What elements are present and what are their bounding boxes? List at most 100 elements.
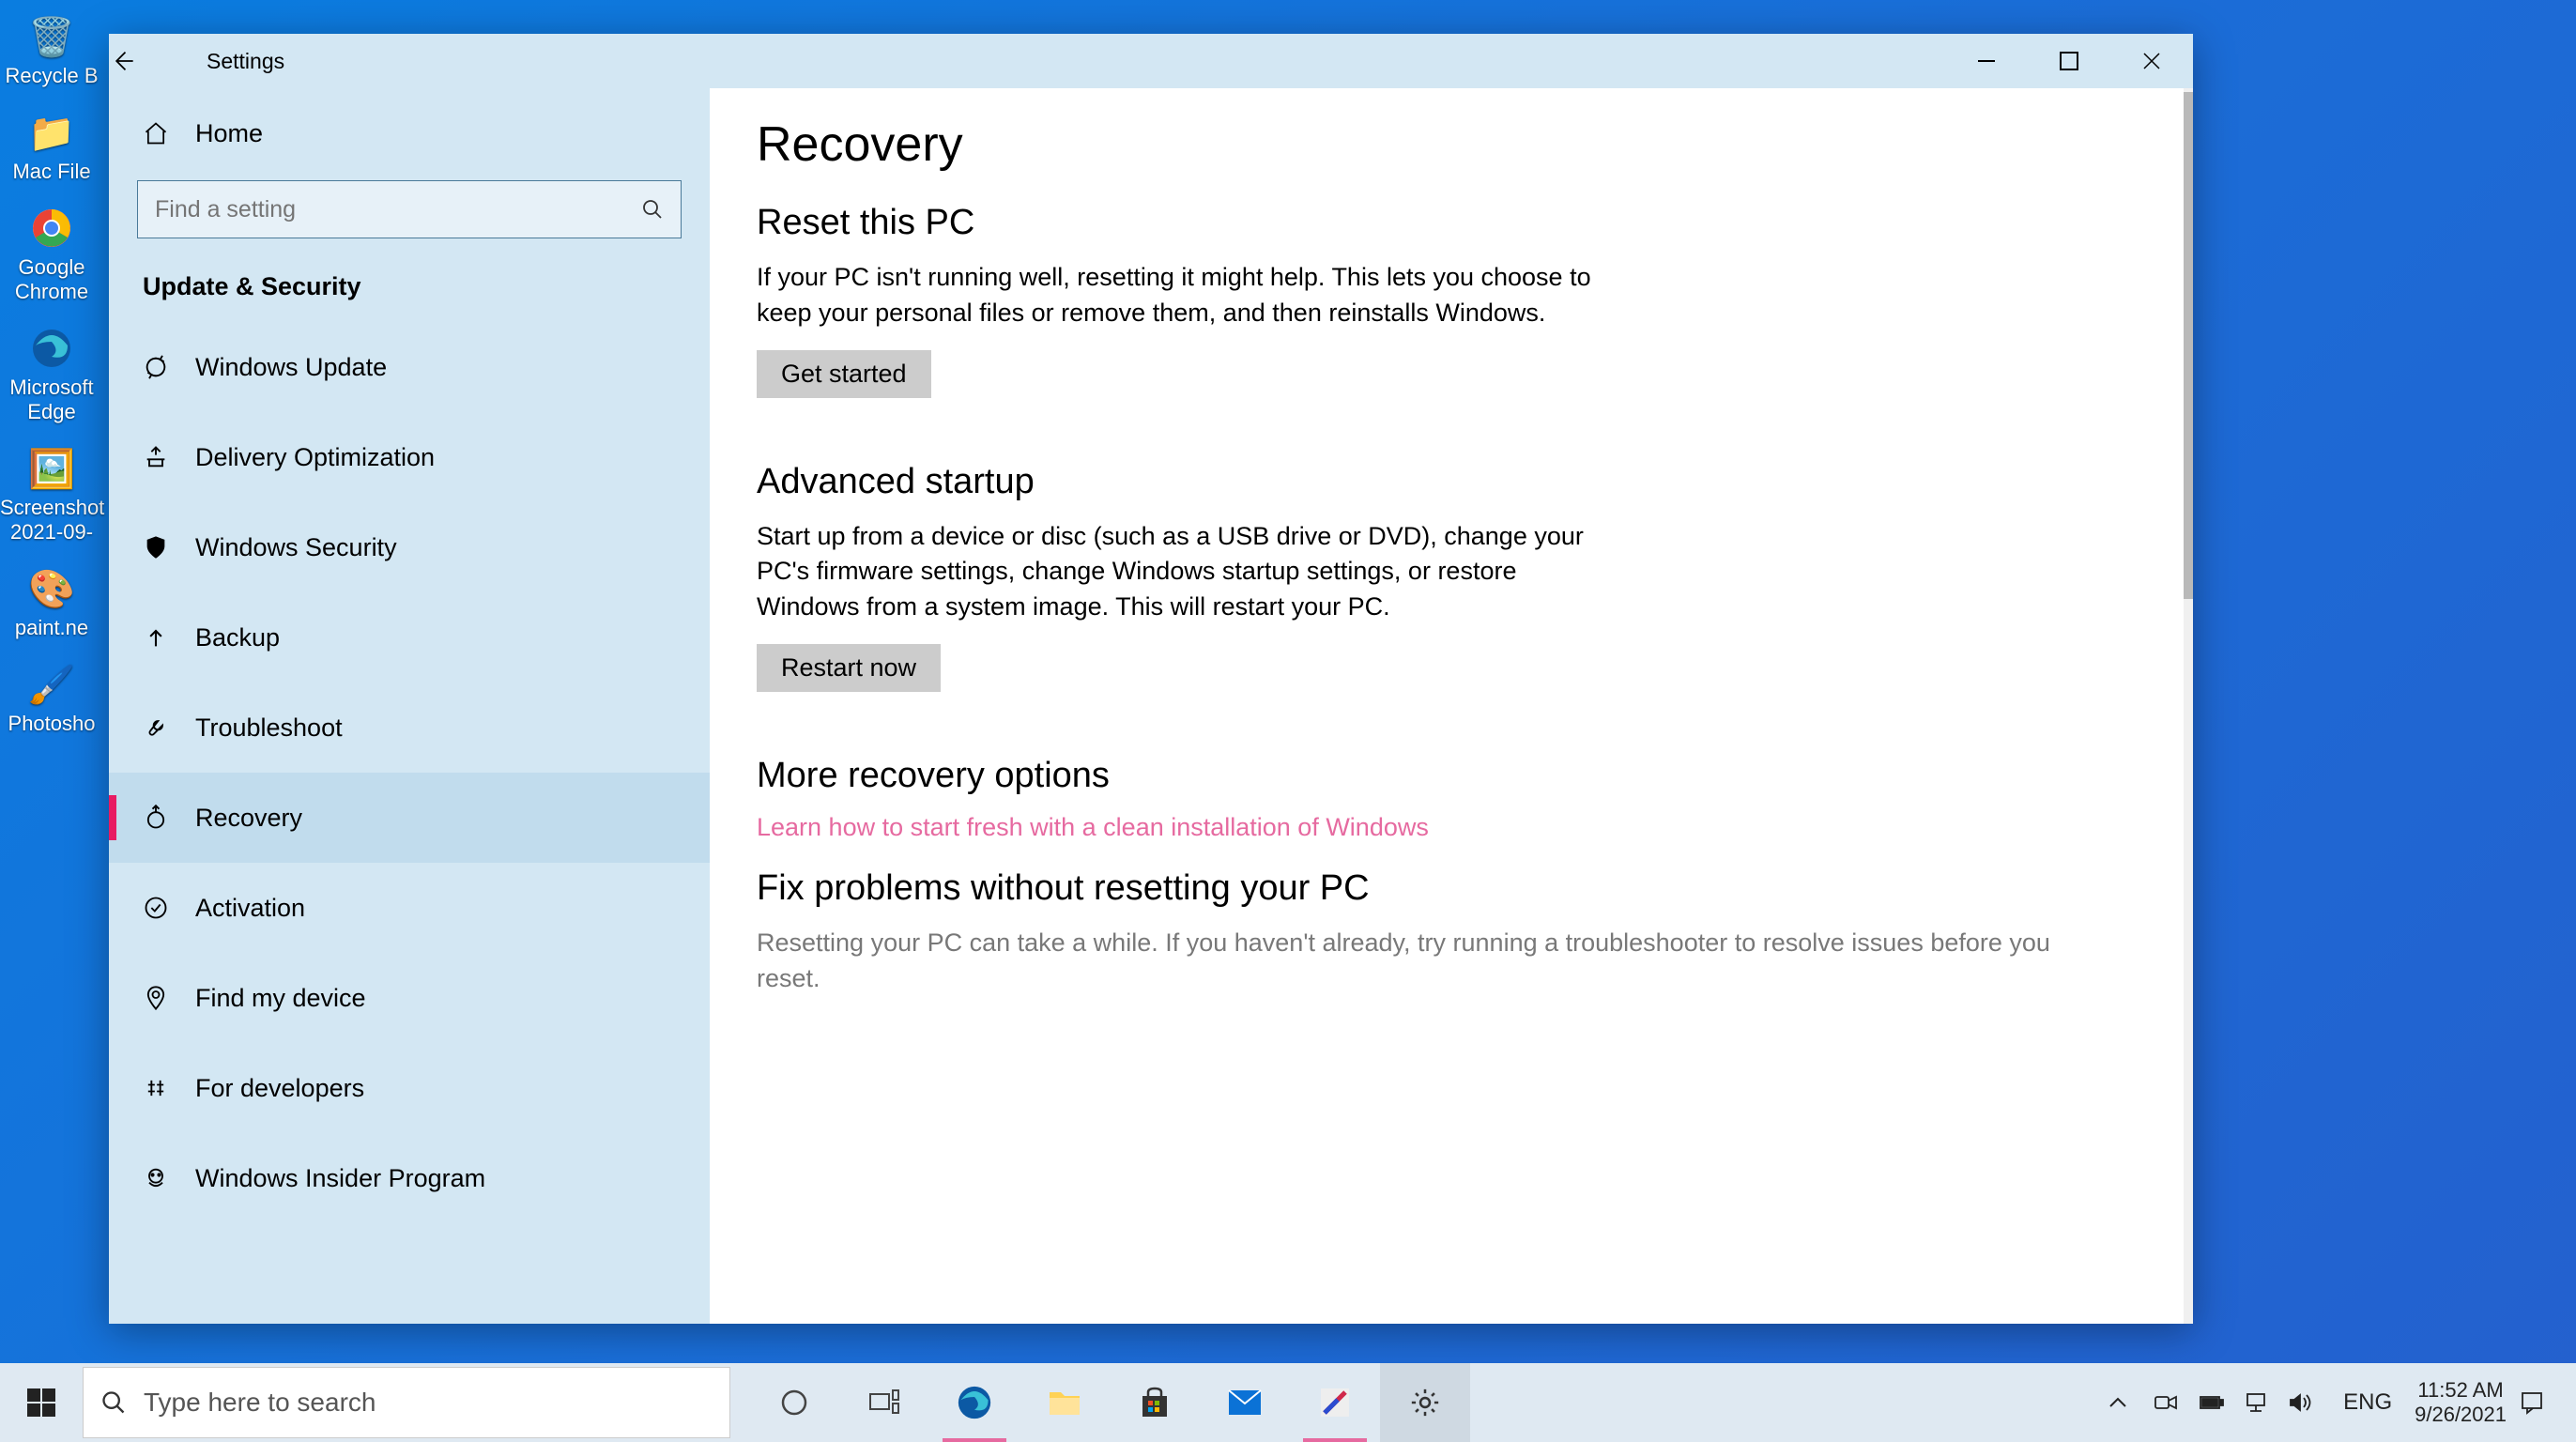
tray-battery-icon[interactable] (2199, 1395, 2244, 1410)
delivery-icon (143, 444, 195, 470)
close-button[interactable] (2110, 34, 2193, 88)
check-circle-icon (143, 895, 195, 921)
taskbar-search[interactable]: Type here to search (83, 1367, 730, 1438)
sidebar-item-backup[interactable]: Backup (109, 592, 710, 683)
taskbar-mail-icon[interactable] (1200, 1363, 1290, 1442)
sidebar-item-windows-update[interactable]: Windows Update (109, 322, 710, 412)
wrench-icon (143, 714, 195, 741)
settings-window: Settings Home Update & Security (109, 34, 2193, 1324)
desktop-icon-paintnet[interactable]: 🎨 paint.ne (0, 560, 103, 655)
window-title: Settings (175, 49, 284, 74)
sidebar-item-for-developers[interactable]: For developers (109, 1043, 710, 1133)
tray-date: 9/26/2021 (2415, 1403, 2507, 1427)
sidebar-item-find-my-device[interactable]: Find my device (109, 953, 710, 1043)
sidebar-item-label: Recovery (195, 804, 302, 833)
folder-icon: 📁 (23, 109, 80, 156)
sidebar-item-label: Activation (195, 894, 305, 923)
tray-clock[interactable]: 11:52 AM 9/26/2021 (2401, 1378, 2520, 1428)
desktop-icon-edge[interactable]: Microsoft Edge (0, 319, 103, 439)
maximize-button[interactable] (2028, 34, 2110, 88)
scrollbar[interactable] (2184, 88, 2193, 1324)
start-button[interactable] (0, 1363, 83, 1442)
sidebar-item-label: Backup (195, 623, 280, 652)
restart-now-button[interactable]: Restart now (757, 644, 941, 692)
backup-icon (143, 624, 195, 651)
tray-meet-now-icon[interactable] (2154, 1393, 2199, 1412)
desktop-icon-mac-files[interactable]: 📁 Mac File (0, 103, 103, 199)
sidebar-item-activation[interactable]: Activation (109, 863, 710, 953)
sidebar-item-label: Delivery Optimization (195, 443, 435, 472)
reset-text: If your PC isn't running well, resetting… (757, 260, 1602, 331)
task-view-icon[interactable] (839, 1363, 929, 1442)
desktop-icon-label: Screenshot 2021-09- (0, 496, 103, 545)
photoshop-icon: 🖌️ (23, 661, 80, 708)
sidebar-item-windows-insider[interactable]: Windows Insider Program (109, 1133, 710, 1223)
back-button[interactable] (109, 48, 175, 74)
desktop-icon-label: Microsoft Edge (0, 376, 103, 424)
recovery-icon (143, 805, 195, 831)
sidebar-item-label: For developers (195, 1074, 364, 1103)
fix-text: Resetting your PC can take a while. If y… (757, 926, 2108, 997)
content-area: Recovery Reset this PC If your PC isn't … (710, 88, 2193, 1324)
search-icon (641, 198, 664, 221)
tray-time: 11:52 AM (2415, 1378, 2507, 1403)
sidebar-home[interactable]: Home (109, 96, 710, 171)
sidebar-search[interactable] (137, 180, 682, 238)
sidebar-category: Update & Security (109, 255, 710, 322)
edge-icon (23, 325, 80, 372)
sidebar-item-windows-security[interactable]: Windows Security (109, 502, 710, 592)
paintnet-icon: 🎨 (23, 565, 80, 612)
desktop-icon-label: Mac File (0, 160, 103, 184)
tray-volume-icon[interactable] (2289, 1392, 2334, 1413)
sidebar: Home Update & Security Windows Update De… (109, 88, 710, 1324)
sidebar-item-troubleshoot[interactable]: Troubleshoot (109, 683, 710, 773)
tray-notifications-icon[interactable] (2520, 1390, 2567, 1415)
shield-icon (143, 534, 195, 560)
get-started-button[interactable]: Get started (757, 350, 931, 398)
desktop-icon-label: Recycle B (0, 64, 103, 88)
scrollbar-thumb[interactable] (2184, 92, 2193, 599)
taskbar-settings-icon[interactable] (1380, 1363, 1470, 1442)
more-heading: More recovery options (757, 756, 2146, 796)
location-icon (143, 985, 195, 1011)
desktop-icon-label: paint.ne (0, 616, 103, 640)
sidebar-item-label: Windows Security (195, 533, 397, 562)
desktop-icon-chrome[interactable]: Google Chrome (0, 199, 103, 319)
sidebar-item-label: Windows Insider Program (195, 1164, 485, 1193)
desktop-icon-photoshop[interactable]: 🖌️ Photosho (0, 655, 103, 751)
search-input[interactable] (155, 196, 641, 223)
taskbar-explorer-icon[interactable] (1020, 1363, 1110, 1442)
windows-logo-icon (27, 1388, 55, 1417)
sidebar-item-label: Troubleshoot (195, 713, 343, 743)
advanced-text: Start up from a device or disc (such as … (757, 519, 1602, 625)
chrome-icon (23, 205, 80, 252)
reset-heading: Reset this PC (757, 203, 2146, 243)
system-tray: ENG 11:52 AM 9/26/2021 (2108, 1378, 2576, 1428)
taskbar-store-icon[interactable] (1110, 1363, 1200, 1442)
taskbar-app-icons (749, 1363, 1470, 1442)
taskbar-edge-icon[interactable] (929, 1363, 1020, 1442)
minimize-button[interactable] (1945, 34, 2028, 88)
desktop-icon-screenshot[interactable]: 🖼️ Screenshot 2021-09- (0, 439, 103, 560)
page-title: Recovery (757, 116, 2146, 173)
developer-icon (143, 1075, 195, 1101)
taskbar-paintnet-icon[interactable] (1290, 1363, 1380, 1442)
fix-heading: Fix problems without resetting your PC (757, 868, 2146, 909)
titlebar[interactable]: Settings (109, 34, 2193, 88)
desktop-icon-recycle-bin[interactable]: 🗑️ Recycle B (0, 8, 103, 103)
taskbar-search-placeholder: Type here to search (144, 1388, 376, 1418)
recycle-bin-icon: 🗑️ (23, 13, 80, 60)
tray-chevron-up-icon[interactable] (2108, 1396, 2154, 1409)
sync-icon (143, 354, 195, 380)
tray-language[interactable]: ENG (2334, 1389, 2401, 1416)
learn-more-link[interactable]: Learn how to start fresh with a clean in… (757, 813, 2146, 842)
sidebar-home-label: Home (195, 119, 263, 148)
image-file-icon: 🖼️ (23, 445, 80, 492)
tray-network-icon[interactable] (2244, 1392, 2289, 1413)
insider-icon (143, 1165, 195, 1191)
cortana-icon[interactable] (749, 1363, 839, 1442)
sidebar-item-label: Windows Update (195, 353, 387, 382)
taskbar: Type here to search ENG 11:52 AM 9/26/20… (0, 1363, 2576, 1442)
sidebar-item-delivery-optimization[interactable]: Delivery Optimization (109, 412, 710, 502)
sidebar-item-recovery[interactable]: Recovery (109, 773, 710, 863)
